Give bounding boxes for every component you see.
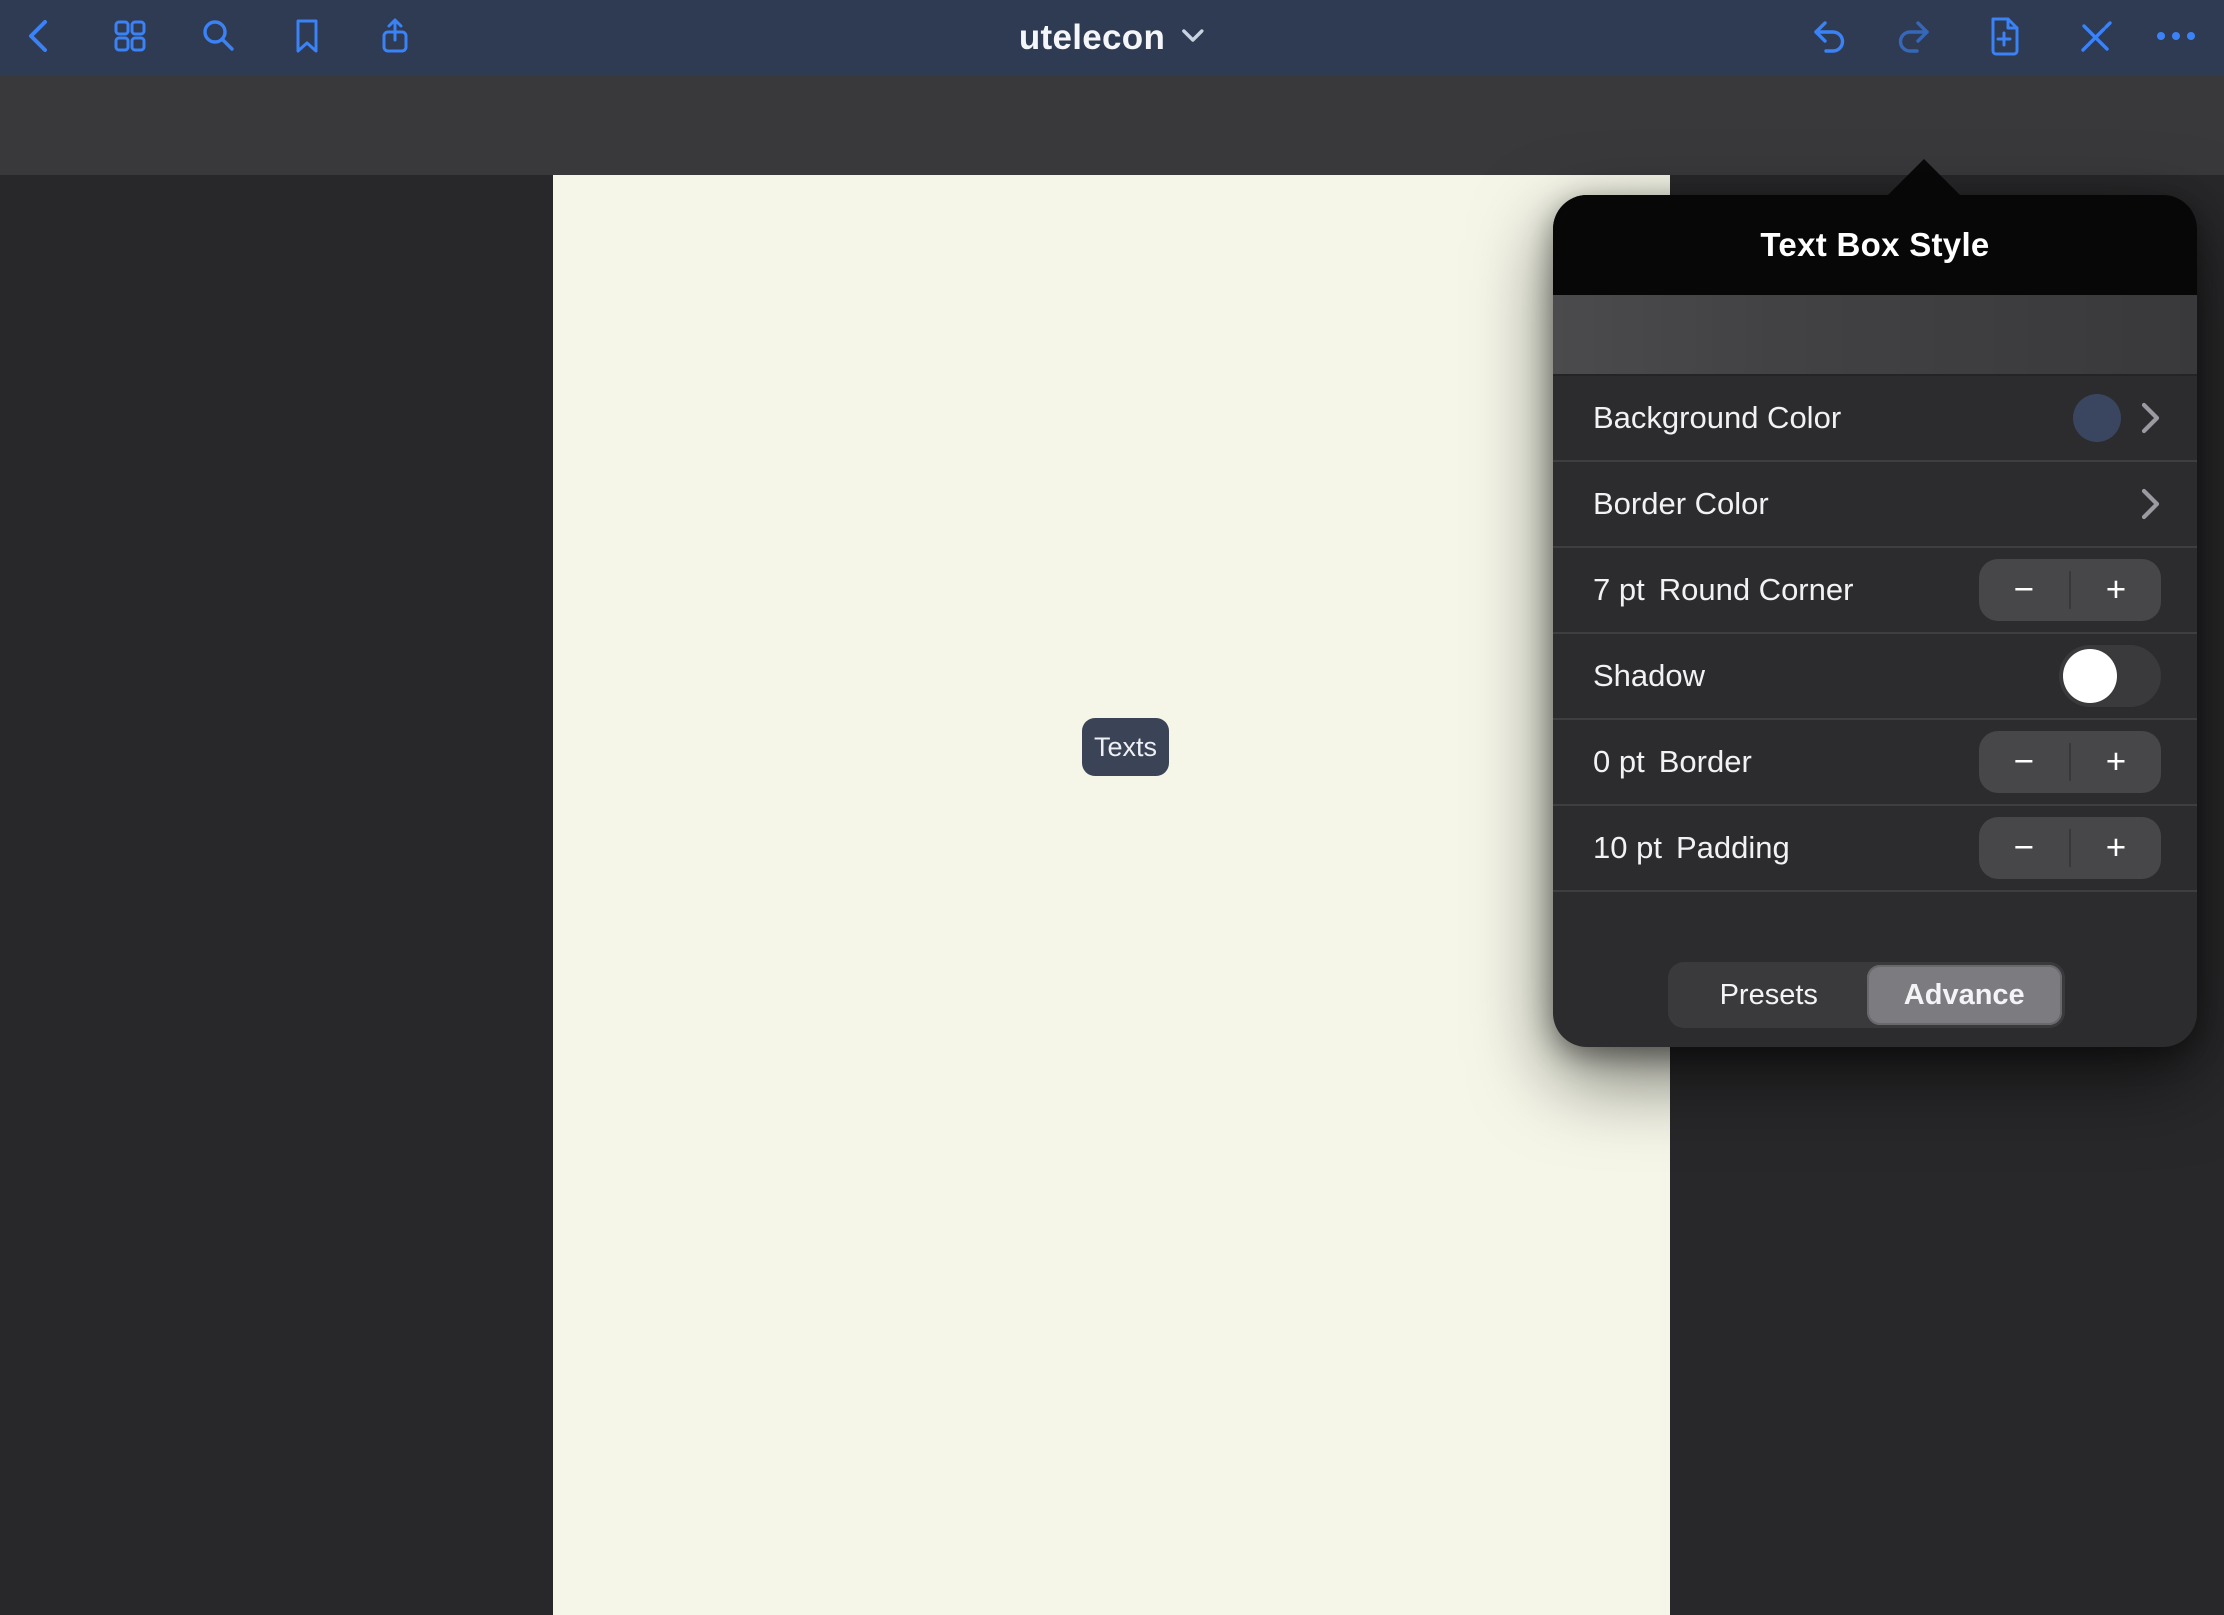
share-button[interactable] [369, 10, 421, 62]
row-label: Border [1659, 744, 1752, 780]
tab-advance[interactable]: Advance [1867, 965, 2063, 1025]
border-stepper: − + [1979, 731, 2161, 793]
shadow-toggle-off[interactable] [2059, 645, 2161, 707]
tab-presets[interactable]: Presets [1671, 965, 1867, 1025]
text-box-style-popover: Text Box Style Background Color Border C… [1553, 195, 2197, 1047]
add-page-icon [1981, 13, 2027, 59]
title-chevron-down-icon [1181, 28, 1205, 49]
ellipsis-icon [2152, 14, 2200, 58]
document-title: utelecon [1019, 18, 1165, 58]
search-button[interactable] [192, 10, 244, 62]
border-plus-button[interactable]: + [2071, 731, 2161, 793]
back-chevron-icon [18, 14, 62, 58]
padding-stepper: − + [1979, 817, 2161, 879]
row-label: Round Corner [1659, 572, 1854, 608]
row-shadow: Shadow [1553, 634, 2197, 720]
round-corner-plus-button[interactable]: + [2071, 559, 2161, 621]
undo-button[interactable] [1802, 10, 1854, 62]
padding-plus-button[interactable]: + [2071, 817, 2161, 879]
note-page[interactable] [553, 175, 1670, 1615]
toggle-knob [2063, 649, 2117, 703]
padding-minus-button[interactable]: − [1979, 817, 2069, 879]
popover-header: Text Box Style [1553, 195, 2197, 295]
row-label: Shadow [1593, 658, 1705, 694]
row-background-color[interactable]: Background Color [1553, 376, 2197, 462]
round-corner-minus-button[interactable]: − [1979, 559, 2069, 621]
row-label: Padding [1676, 830, 1790, 866]
redo-button[interactable] [1889, 10, 1941, 62]
back-button[interactable] [14, 10, 66, 62]
chevron-right-icon [2139, 486, 2161, 522]
bookmark-button[interactable] [281, 10, 333, 62]
pen-disable-button[interactable] [2068, 10, 2120, 62]
border-width-value: 0 pt [1593, 744, 1645, 780]
padding-value: 10 pt [1593, 830, 1662, 866]
redo-icon [1892, 13, 1938, 59]
bookmark-icon [285, 14, 329, 58]
row-label: Background Color [1593, 400, 1841, 436]
document-title-button[interactable]: utelecon [1019, 0, 1205, 76]
row-border-width: 0 pt Border − + [1553, 720, 2197, 806]
popover-arrow [1887, 159, 1961, 196]
share-icon [373, 14, 417, 58]
round-corner-value: 7 pt [1593, 572, 1645, 608]
presets-advance-segmented-control: Presets Advance [1668, 962, 2065, 1028]
chevron-right-icon [2139, 400, 2161, 436]
popover-title: Text Box Style [1760, 226, 1989, 264]
undo-icon [1805, 13, 1851, 59]
row-padding: 10 pt Padding − + [1553, 806, 2197, 892]
row-round-corner: 7 pt Round Corner − + [1553, 548, 2197, 634]
round-corner-stepper: − + [1979, 559, 2161, 621]
background-color-dot-swatch [2073, 394, 2121, 442]
canvas-textbox-text: Texts [1094, 732, 1157, 763]
pen-crossed-icon [2071, 13, 2117, 59]
more-options-button[interactable] [2150, 10, 2202, 62]
style-preview-strip [1553, 295, 2197, 376]
row-label: Border Color [1593, 486, 1769, 522]
grid-icon [108, 14, 152, 58]
border-minus-button[interactable]: − [1979, 731, 2069, 793]
row-border-color[interactable]: Border Color [1553, 462, 2197, 548]
add-page-button[interactable] [1978, 10, 2030, 62]
canvas-textbox[interactable]: Texts [1082, 718, 1169, 776]
top-navigation-bar: utelecon [0, 0, 2224, 76]
page-thumbnails-button[interactable] [104, 10, 156, 62]
search-icon [196, 14, 240, 58]
notes-app-window: utelecon [0, 0, 2224, 1615]
